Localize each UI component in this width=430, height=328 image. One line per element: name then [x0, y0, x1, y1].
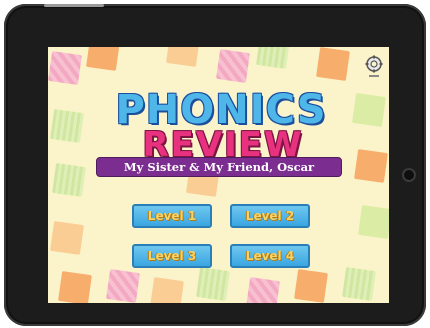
level-4-button[interactable]: Level 4 — [230, 244, 310, 268]
gear-icon[interactable] — [364, 55, 384, 79]
background-tile — [316, 47, 350, 81]
background-tile — [216, 49, 250, 83]
background-tile — [354, 149, 388, 183]
background-tile — [86, 47, 120, 71]
background-tile — [342, 267, 376, 301]
background-tile — [256, 47, 290, 69]
background-tile — [196, 267, 230, 301]
level-1-button[interactable]: Level 1 — [132, 204, 212, 228]
background-tile — [150, 277, 184, 303]
background-tile — [48, 51, 82, 85]
background-tile — [52, 163, 86, 197]
background-tile — [294, 269, 328, 303]
level-2-button[interactable]: Level 2 — [230, 204, 310, 228]
tablet-frame: PHONICS REVIEW My Sister & My Friend, Os… — [4, 4, 426, 326]
home-button[interactable] — [402, 168, 416, 182]
game-screen: PHONICS REVIEW My Sister & My Friend, Os… — [48, 47, 389, 303]
background-tile — [358, 205, 389, 239]
background-tile — [106, 269, 140, 303]
background-tile — [50, 221, 84, 255]
background-tile — [166, 47, 200, 67]
subtitle-banner: My Sister & My Friend, Oscar — [96, 157, 342, 177]
background-tile — [50, 109, 84, 143]
device-edge-highlight — [44, 4, 104, 7]
background-tile — [58, 271, 92, 303]
background-tile — [246, 277, 280, 303]
level-3-button[interactable]: Level 3 — [132, 244, 212, 268]
background-tile — [352, 93, 386, 127]
